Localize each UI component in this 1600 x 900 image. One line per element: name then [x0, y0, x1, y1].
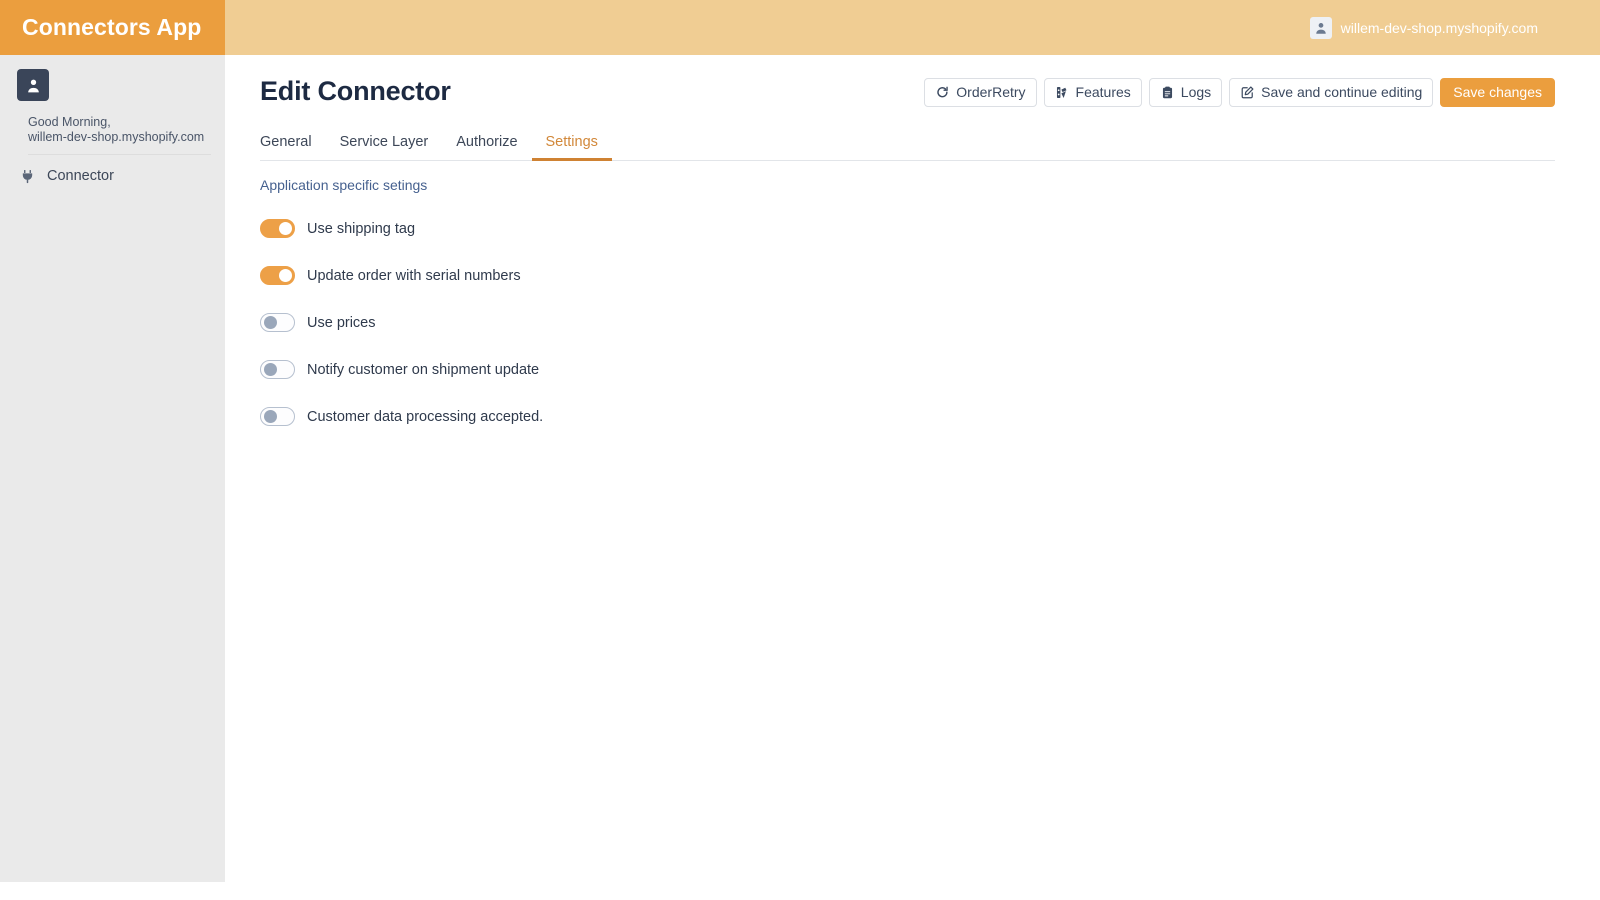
tab-bar: General Service Layer Authorize Settings — [260, 131, 1555, 161]
setting-row-customer-data-processing-accepted: Customer data processing accepted. — [260, 393, 1600, 440]
setting-row-update-order-with-serial-numbers: Update order with serial numbers — [260, 252, 1600, 299]
toggle-use-prices[interactable] — [260, 313, 295, 332]
features-button[interactable]: Features — [1043, 77, 1142, 107]
save-and-continue-label: Save and continue editing — [1261, 84, 1423, 100]
greeting-line-1: Good Morning, — [28, 115, 111, 129]
tab-settings[interactable]: Settings — [531, 134, 612, 161]
tab-general[interactable]: General — [260, 134, 326, 161]
toggle-notify-customer-on-shipment-update[interactable] — [260, 360, 295, 379]
setting-row-use-shipping-tag: Use shipping tag — [260, 205, 1600, 252]
account-name: willem-dev-shop.myshopify.com — [1340, 19, 1538, 36]
brand-block[interactable]: Connectors App — [0, 0, 225, 55]
features-label: Features — [1075, 84, 1131, 100]
sidebar-item-label: Connector — [47, 168, 114, 184]
settings-toggle-list: Use shipping tag Update order with seria… — [260, 205, 1600, 440]
main-content: Edit Connector OrderRetry Features Logs … — [225, 55, 1600, 900]
sidebar: Good Morning, willem-dev-shop.myshopify.… — [0, 55, 225, 882]
sidebar-item-connector[interactable]: Connector — [0, 161, 225, 191]
save-changes-button[interactable]: Save changes — [1440, 77, 1555, 107]
tab-service-layer[interactable]: Service Layer — [326, 134, 443, 161]
setting-row-use-prices: Use prices — [260, 299, 1600, 346]
order-retry-label: OrderRetry — [956, 84, 1026, 100]
setting-label: Customer data processing accepted. — [307, 408, 544, 425]
tab-authorize[interactable]: Authorize — [442, 134, 531, 161]
user-avatar-icon[interactable] — [17, 69, 49, 101]
page-header: Edit Connector OrderRetry Features Logs … — [225, 55, 1600, 117]
plug-icon — [17, 168, 37, 184]
setting-label: Notify customer on shipment update — [307, 361, 540, 378]
save-changes-label: Save changes — [1453, 84, 1542, 100]
toolbar: OrderRetry Features Logs Save and contin… — [924, 77, 1555, 107]
section-label: Application specific setings — [260, 177, 428, 193]
order-retry-button[interactable]: OrderRetry — [924, 77, 1037, 107]
setting-label: Use shipping tag — [307, 220, 416, 237]
toggle-knob — [264, 363, 277, 376]
greeting-block: Good Morning, willem-dev-shop.myshopify.… — [28, 115, 211, 155]
user-icon — [1309, 16, 1332, 39]
setting-label: Update order with serial numbers — [307, 267, 521, 284]
toggle-update-order-with-serial-numbers[interactable] — [260, 266, 295, 285]
page-title: Edit Connector — [260, 75, 451, 106]
logs-button[interactable]: Logs — [1148, 77, 1223, 107]
toggle-use-shipping-tag[interactable] — [260, 219, 295, 238]
sidebar-nav: Connector — [0, 161, 225, 191]
top-bar: Connectors App willem-dev-shop.myshopify… — [0, 0, 1600, 55]
setting-label: Use prices — [307, 314, 376, 331]
clipboard-icon — [1160, 85, 1175, 100]
toggle-knob — [264, 410, 277, 423]
toggle-knob — [264, 316, 277, 329]
greeting-line-2: willem-dev-shop.myshopify.com — [28, 130, 205, 144]
save-and-continue-button[interactable]: Save and continue editing — [1229, 77, 1434, 107]
setting-row-notify-customer-on-shipment-update: Notify customer on shipment update — [260, 346, 1600, 393]
toggle-customer-data-processing-accepted[interactable] — [260, 407, 295, 426]
logs-label: Logs — [1180, 84, 1212, 100]
account-area[interactable]: willem-dev-shop.myshopify.com — [225, 0, 1600, 55]
refresh-icon — [935, 85, 950, 100]
pencil-square-icon — [1240, 85, 1255, 100]
toggle-knob — [279, 222, 292, 235]
sliders-icon — [1055, 85, 1070, 100]
app-title: Connectors App — [22, 14, 202, 40]
toggle-knob — [279, 269, 292, 282]
